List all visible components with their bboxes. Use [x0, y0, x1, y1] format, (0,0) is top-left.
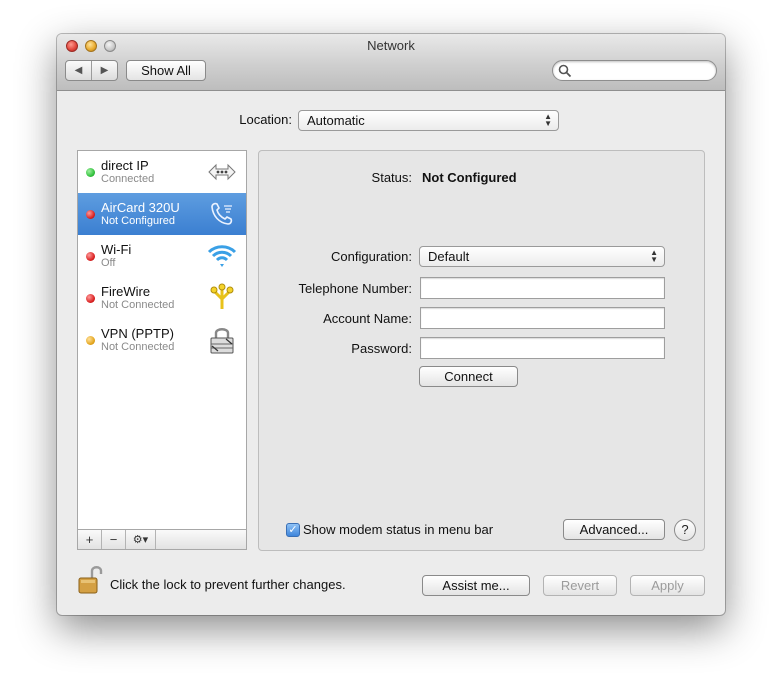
service-name: AirCard 320U — [101, 200, 180, 215]
password-field[interactable] — [420, 337, 665, 359]
show-all-button[interactable]: Show All — [126, 60, 206, 81]
service-status: Not Connected — [101, 341, 175, 353]
telephone-field[interactable] — [420, 277, 665, 299]
service-list: direct IP Connected AirCard 320U Not Con… — [77, 150, 247, 550]
status-dot — [86, 336, 95, 345]
assist-me-button[interactable]: Assist me... — [422, 575, 530, 596]
service-item-direct-ip[interactable]: direct IP Connected — [78, 151, 246, 193]
ethernet-icon — [208, 163, 236, 181]
phone-modem-icon — [211, 202, 233, 225]
account-name-label: Account Name: — [323, 311, 412, 326]
add-service-button[interactable]: + — [78, 530, 102, 549]
telephone-label: Telephone Number: — [298, 281, 412, 296]
configuration-label: Configuration: — [331, 249, 412, 264]
service-item-wifi[interactable]: Wi-Fi Off — [78, 235, 246, 277]
service-name: VPN (PPTP) — [101, 326, 174, 341]
connect-button[interactable]: Connect — [419, 366, 518, 387]
search-input[interactable] — [552, 60, 717, 81]
service-item-firewire[interactable]: FireWire Not Connected — [78, 277, 246, 319]
gear-icon[interactable]: ⚙▾ — [126, 530, 156, 549]
service-status: Off — [101, 257, 116, 269]
lock-message: Click the lock to prevent further change… — [110, 577, 346, 592]
status-dot — [86, 210, 95, 219]
help-button[interactable]: ? — [674, 519, 696, 541]
status-value: Not Configured — [422, 170, 517, 185]
advanced-button[interactable]: Advanced... — [563, 519, 665, 540]
remove-service-button[interactable]: − — [102, 530, 126, 549]
service-status: Not Connected — [101, 299, 175, 311]
back-forward-control: ◀ ▶ — [65, 60, 118, 81]
account-name-field[interactable] — [420, 307, 665, 329]
status-label: Status: — [371, 170, 412, 185]
service-name: direct IP — [101, 158, 149, 173]
firewire-icon — [210, 283, 234, 309]
titlebar: Network ◀ ▶ Show All — [57, 34, 725, 91]
revert-button[interactable]: Revert — [543, 575, 617, 596]
search-icon — [558, 64, 572, 78]
network-window: Network ◀ ▶ Show All Location: Automatic… — [57, 34, 725, 615]
status-dot — [86, 252, 95, 261]
service-name: Wi-Fi — [101, 242, 132, 257]
lock-icon[interactable] — [77, 565, 103, 595]
popup-arrows-icon: ▲ ▼ — [650, 248, 658, 264]
service-item-aircard[interactable]: AirCard 320U Not Configured — [78, 193, 246, 235]
window-title: Network — [367, 38, 415, 53]
apply-button[interactable]: Apply — [630, 575, 705, 596]
modem-status-checkbox[interactable]: ✓ — [286, 523, 300, 537]
service-status: Not Configured — [101, 215, 175, 227]
password-label: Password: — [351, 341, 412, 356]
back-icon[interactable]: ◀ — [66, 61, 91, 80]
service-item-vpn[interactable]: VPN (PPTP) Not Connected — [78, 319, 246, 361]
service-status: Connected — [101, 173, 155, 185]
forward-icon[interactable]: ▶ — [91, 61, 117, 80]
modem-status-label: Show modem status in menu bar — [303, 522, 494, 537]
status-dot — [86, 294, 95, 303]
service-list-toolbar: + − ⚙▾ — [78, 529, 246, 549]
vpn-lock-icon — [210, 328, 234, 354]
location-label: Location: — [239, 112, 292, 127]
location-value: Automatic — [307, 113, 365, 128]
configuration-value: Default — [428, 249, 470, 264]
status-dot — [86, 168, 95, 177]
service-name: FireWire — [101, 284, 151, 299]
wifi-icon — [207, 245, 237, 267]
location-popup[interactable]: Automatic ▲ ▼ — [298, 110, 559, 131]
configuration-popup[interactable]: Default ▲ ▼ — [419, 246, 665, 267]
popup-arrows-icon: ▲ ▼ — [544, 112, 552, 128]
